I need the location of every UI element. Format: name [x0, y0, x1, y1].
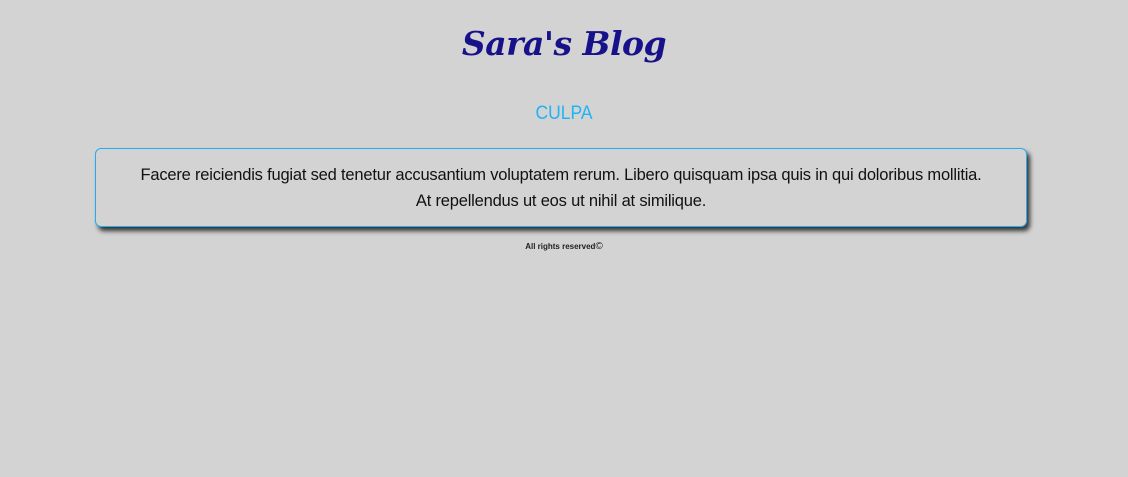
post-title[interactable]: CULPA [45, 101, 1083, 127]
blog-title[interactable]: Sara's Blog [0, 22, 1128, 66]
footer-text: All rights reserved [525, 242, 596, 251]
footer: All rights reserved© [0, 241, 1128, 253]
copyright-icon: © [595, 241, 603, 252]
post-card: Facere reiciendis fugiat sed tenetur acc… [95, 148, 1027, 227]
page: Sara's Blog CULPA Facere reiciendis fugi… [0, 0, 1128, 477]
post-body: Facere reiciendis fugiat sed tenetur acc… [140, 165, 982, 210]
